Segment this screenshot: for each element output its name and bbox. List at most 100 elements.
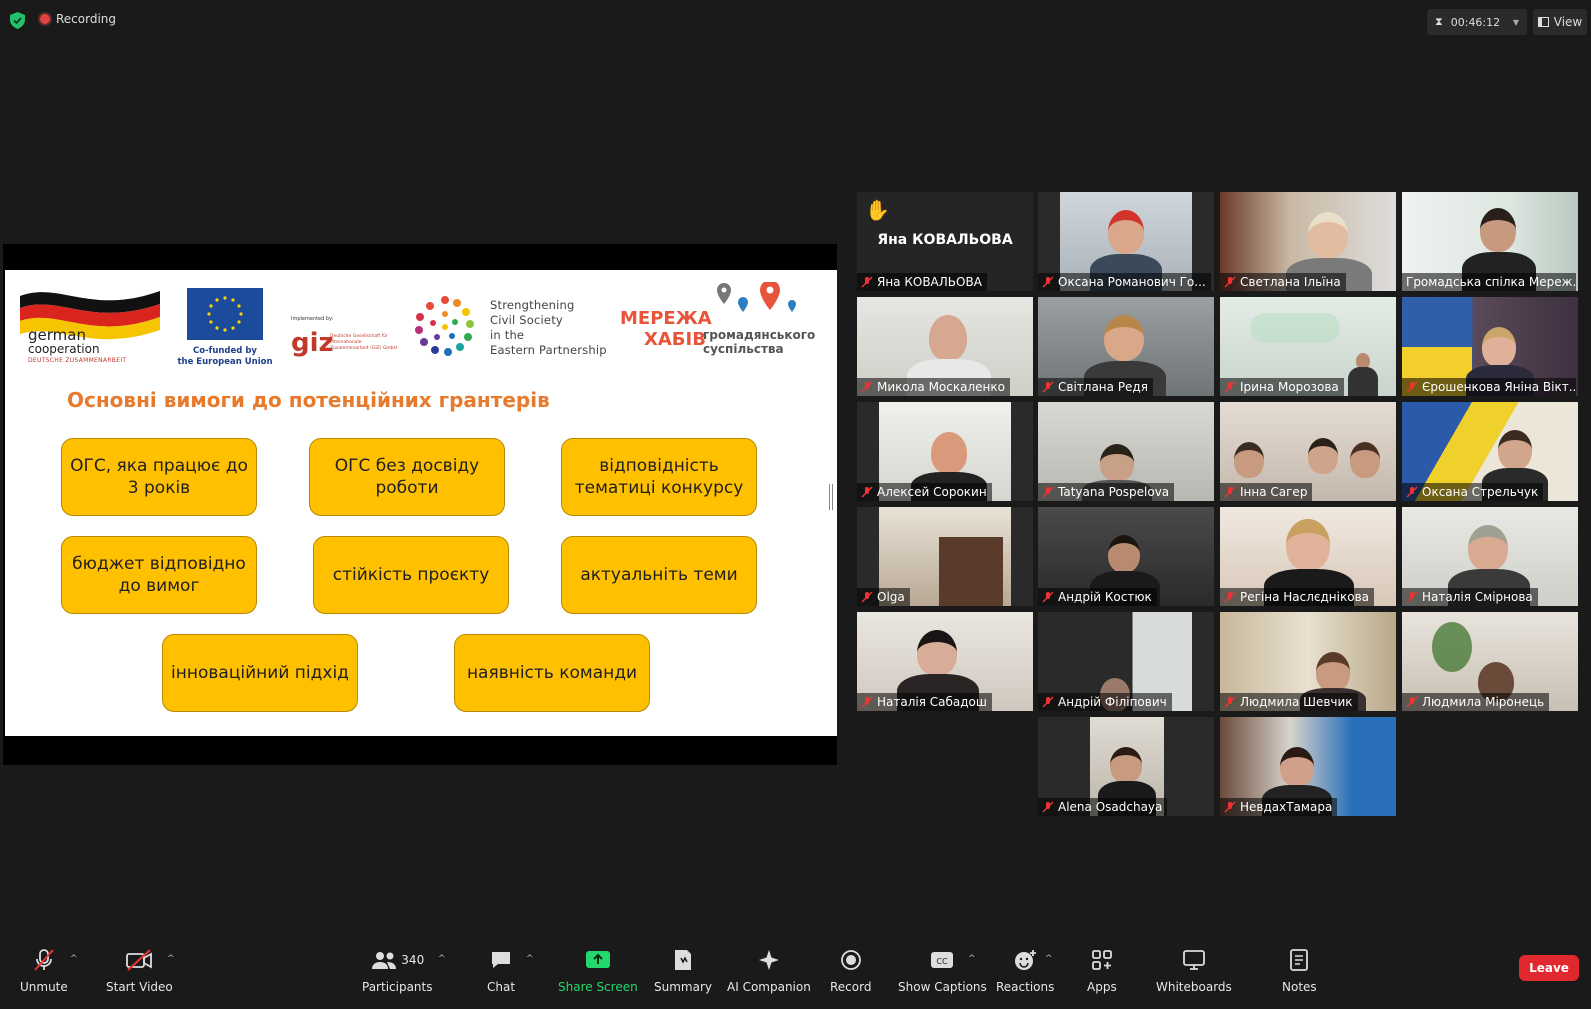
recording-indicator[interactable]: Recording [40, 12, 116, 26]
requirement-box: ОГС без досвіду роботи [309, 438, 505, 516]
participant-label: Людмила Шевчик [1240, 695, 1353, 709]
participant-tile[interactable]: НевдахТамара [1220, 717, 1396, 816]
raised-hand-icon: ✋ [865, 198, 890, 222]
chat-button[interactable]: Chat [487, 948, 515, 994]
participant-name: Алексей Сорокин [857, 483, 992, 501]
recording-label: Recording [56, 12, 117, 26]
chat-caret-icon[interactable]: ^ [526, 954, 534, 964]
meeting-timer[interactable]: ⧗ 00:46:12 ▼ [1427, 9, 1527, 35]
participants-caret-icon[interactable]: ^ [438, 954, 446, 964]
summary-button[interactable]: Summary [654, 948, 712, 994]
strength-line1: Strengthening [490, 298, 575, 312]
svg-text:CC: CC [937, 957, 949, 966]
shared-screen[interactable]: german cooperation DEUTSCHE ZUSAMMENARBE… [3, 244, 837, 765]
participant-tile[interactable]: Оксана Стрельчук [1402, 402, 1578, 501]
whiteboards-button[interactable]: Whiteboards [1156, 948, 1232, 994]
participant-tile[interactable]: Алексей Сорокин [857, 402, 1033, 501]
requirement-box: ОГС, яка працює до 3 років [61, 438, 257, 516]
mic-muted-icon [1042, 591, 1054, 603]
mic-muted-icon [1042, 276, 1054, 288]
reactions-caret-icon[interactable]: ^ [1045, 954, 1053, 964]
participants-label: Participants [362, 980, 433, 994]
eu-line2: the European Union [177, 357, 273, 367]
participant-tile[interactable]: Светлана Ільїна [1220, 192, 1396, 291]
participant-tile[interactable]: Оксана Романович Го... [1038, 192, 1214, 291]
participant-tile[interactable]: ✋ Яна КОВАЛЬОВА Яна КОВАЛЬОВА [857, 192, 1033, 291]
participant-tile-active-speaker[interactable]: Громадська спілка Мереж... [1402, 192, 1578, 291]
presentation-slide: german cooperation DEUTSCHE ZUSAMMENARBE… [5, 270, 837, 736]
participant-tile[interactable]: Olga [857, 507, 1033, 606]
german-cooperation-text: german cooperation [28, 328, 100, 357]
participant-name: Оксана Романович Го... [1038, 273, 1211, 291]
participant-name: Tatyana Pospelova [1038, 483, 1175, 501]
map-pins-icon [717, 282, 796, 312]
participant-tile[interactable]: Андрій Філіпович [1038, 612, 1214, 711]
participant-tile[interactable]: Наталія Сабадош [857, 612, 1033, 711]
mic-muted-icon [861, 276, 873, 288]
resize-handle[interactable] [829, 484, 833, 510]
top-bar: Recording ⧗ 00:46:12 ▼ View [0, 0, 1591, 40]
participant-tile[interactable]: Alena Osadchaya [1038, 717, 1214, 816]
start-video-button[interactable]: Start Video [106, 948, 173, 994]
audio-options-caret-icon[interactable]: ^ [70, 954, 78, 964]
participant-name: Андрій Костюк [1038, 588, 1157, 606]
mic-muted-icon [1406, 381, 1418, 393]
mic-muted-icon [1224, 276, 1236, 288]
view-button[interactable]: View [1533, 9, 1587, 35]
mer-line3: громадянського [703, 328, 816, 342]
mer-line1: МЕРЕЖА [620, 308, 712, 329]
strength-line4: Eastern Partnership [490, 343, 607, 357]
participants-button[interactable]: 340 Participants [362, 948, 433, 994]
participant-label: Оксана Романович Го... [1058, 275, 1206, 289]
participant-center-name: Яна КОВАЛЬОВА [877, 232, 1013, 248]
requirement-box: актуальніть теми [561, 536, 757, 614]
participant-label: Наталія Смірнова [1422, 590, 1533, 604]
unmute-button[interactable]: Unmute [20, 948, 68, 994]
apps-button[interactable]: Apps [1087, 948, 1117, 994]
participant-label: Ірина Морозова [1240, 380, 1339, 394]
record-icon [840, 950, 861, 970]
mic-muted-icon [1406, 591, 1418, 603]
participant-tile[interactable]: Наталія Смірнова [1402, 507, 1578, 606]
share-screen-button[interactable]: Share Screen [558, 948, 638, 994]
requirement-box: відповідність тематиці конкурсу [561, 438, 757, 516]
participant-tile[interactable]: Андрій Костюк [1038, 507, 1214, 606]
participant-tile[interactable]: Микола Москаленко [857, 297, 1033, 396]
participant-tile[interactable]: Людмила Шевчик [1220, 612, 1396, 711]
participant-tile[interactable]: Людмила Міронець [1402, 612, 1578, 711]
notes-button[interactable]: Notes [1282, 948, 1317, 994]
eu-line1: Co-funded by [193, 346, 257, 356]
participant-name: Людмила Міронець [1402, 693, 1550, 711]
timer-value: 00:46:12 [1450, 15, 1501, 29]
participant-label: Андрій Філіпович [1058, 695, 1167, 709]
participant-tile[interactable]: Єрошенкова Яніна Вікт... [1402, 297, 1578, 396]
german-line2: cooperation [28, 342, 100, 356]
participant-tile[interactable]: Ірина Морозова [1220, 297, 1396, 396]
summary-icon [675, 950, 691, 970]
giz-logo-text: giz [291, 328, 334, 358]
mic-muted-icon [861, 381, 873, 393]
participant-tile[interactable]: Інна Сагер [1220, 402, 1396, 501]
participant-name: Наталія Смірнова [1402, 588, 1538, 606]
captions-caret-icon[interactable]: ^ [968, 954, 976, 964]
video-options-caret-icon[interactable]: ^ [167, 954, 175, 964]
ai-companion-button[interactable]: AI Companion [727, 948, 811, 994]
shield-icon[interactable] [10, 12, 25, 29]
mic-muted-icon [861, 591, 873, 603]
leave-button[interactable]: Leave [1519, 955, 1579, 981]
participant-name: Яна КОВАЛЬОВА [857, 273, 987, 291]
chat-icon [492, 952, 511, 968]
participants-count: 340 [401, 953, 425, 967]
mereja-habiv-text: МЕРЕЖА ХАБІВ [620, 308, 712, 350]
participant-tile[interactable]: Світлана Редя [1038, 297, 1214, 396]
requirement-box: наявність команди [454, 634, 650, 712]
apps-icon [1091, 950, 1112, 970]
mic-muted-icon [861, 696, 873, 708]
notes-icon [1290, 949, 1309, 971]
meeting-toolbar: Unmute ^ Start Video ^ 340 Participants … [0, 940, 1591, 1009]
participant-tile[interactable]: Tatyana Pospelova [1038, 402, 1214, 501]
participant-label: Людмила Міронець [1422, 695, 1545, 709]
participant-label: Алексей Сорокин [877, 485, 987, 499]
participant-tile[interactable]: Регіна Наслєднікова [1220, 507, 1396, 606]
record-button[interactable]: Record [830, 948, 871, 994]
